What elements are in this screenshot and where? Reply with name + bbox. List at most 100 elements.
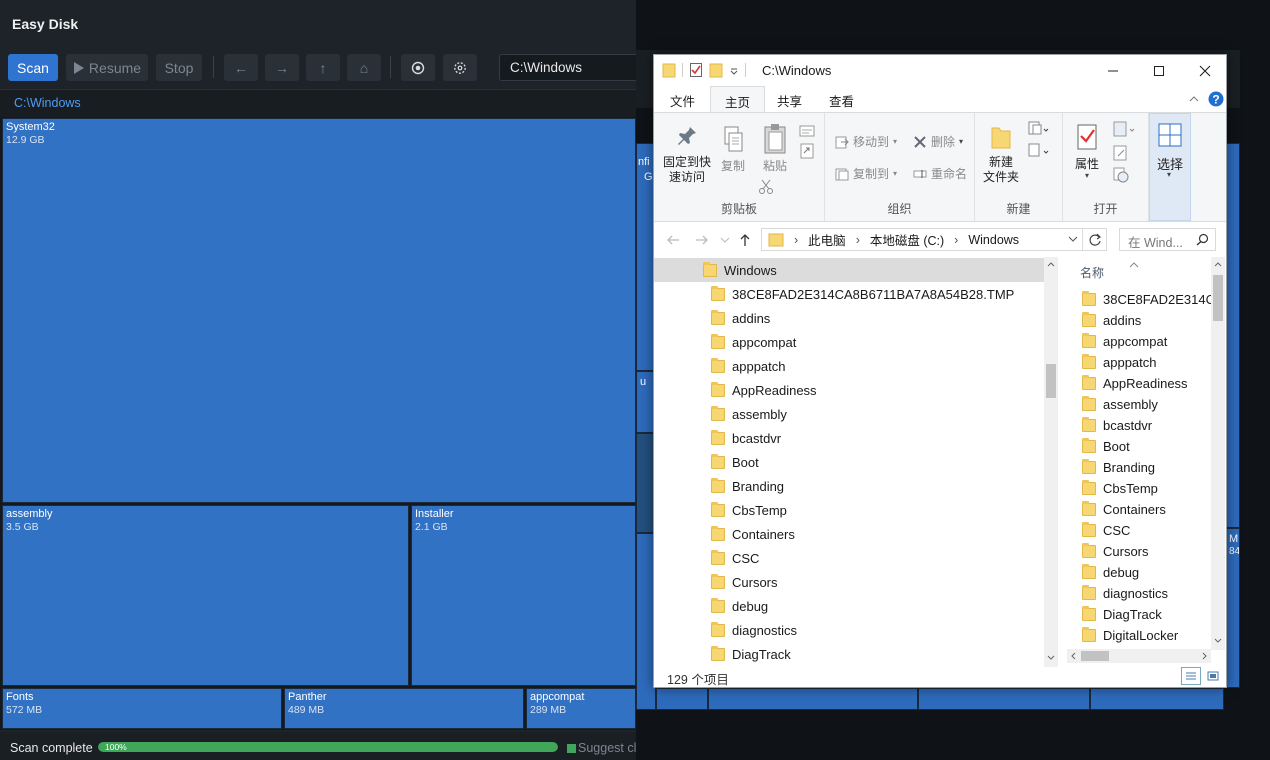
tree-item[interactable]: addins xyxy=(654,306,1044,330)
tree-scrollbar-thumb[interactable] xyxy=(1046,364,1056,398)
list-item[interactable]: 38CE8FAD2E314CA xyxy=(1082,289,1212,310)
tree-item[interactable]: debug xyxy=(654,594,1044,618)
list-item[interactable]: DigitalLocker xyxy=(1082,625,1212,646)
scroll-right-icon[interactable] xyxy=(1202,652,1208,660)
history-icon[interactable] xyxy=(1113,167,1129,183)
forward-arrow-icon[interactable] xyxy=(695,234,709,246)
properties-icon[interactable] xyxy=(689,62,703,78)
tree-item[interactable]: appcompat xyxy=(654,330,1044,354)
tab-home[interactable]: 主页 xyxy=(710,86,766,112)
pin-quick-access-button[interactable]: 固定到快 速访问 xyxy=(659,125,715,185)
suggest-cleanup-link[interactable]: Suggest cl xyxy=(567,741,636,755)
maximize-button[interactable] xyxy=(1136,55,1182,86)
list-item[interactable]: CSC xyxy=(1082,520,1212,541)
tree-item[interactable]: Containers xyxy=(654,522,1044,546)
tree-item[interactable]: AppReadiness xyxy=(654,378,1044,402)
scroll-up-icon[interactable] xyxy=(1214,261,1222,267)
treemap-cell-panther[interactable]: Panther 489 MB xyxy=(284,688,524,729)
treemap-cell-system32[interactable]: System32 12.9 GB xyxy=(2,118,636,503)
list-horizontal-scrollbar[interactable] xyxy=(1067,649,1211,663)
treemap-cell-fonts[interactable]: Fonts 572 MB xyxy=(2,688,282,729)
open-icon[interactable] xyxy=(1113,121,1137,137)
tree-item[interactable]: assembly xyxy=(654,402,1044,426)
tree-item[interactable]: 38CE8FAD2E314CA8B6711BA7A8A54B28.TMP xyxy=(654,282,1044,306)
list-item[interactable]: bcastdvr xyxy=(1082,415,1212,436)
edit-icon[interactable] xyxy=(1113,145,1129,161)
delete-button[interactable]: 删除 ▾ xyxy=(913,133,963,150)
cut-icon[interactable] xyxy=(758,179,774,195)
tab-file[interactable]: 文件 xyxy=(656,86,709,112)
list-item[interactable]: debug xyxy=(1082,562,1212,583)
new-folder-icon[interactable] xyxy=(709,62,723,78)
details-view-button[interactable] xyxy=(1181,667,1201,685)
tree-item[interactable]: Boot xyxy=(654,450,1044,474)
tree-item[interactable]: diagnostics xyxy=(654,618,1044,642)
new-item-icon[interactable] xyxy=(1028,121,1050,137)
list-item[interactable]: DiagTrack xyxy=(1082,604,1212,625)
tree-item[interactable]: bcastdvr xyxy=(654,426,1044,450)
address-segment-windows[interactable]: Windows xyxy=(968,233,1019,247)
tree-item[interactable]: CSC xyxy=(654,546,1044,570)
tree-scrollbar[interactable] xyxy=(1044,257,1058,667)
tree-item[interactable]: CbsTemp xyxy=(654,498,1044,522)
tree-item[interactable]: Branding xyxy=(654,474,1044,498)
breadcrumb-path[interactable]: C:\Windows xyxy=(14,96,81,110)
tree-item[interactable]: Cursors xyxy=(654,570,1044,594)
stop-button[interactable]: Stop xyxy=(156,54,202,81)
tab-view[interactable]: 查看 xyxy=(815,86,868,112)
address-bar[interactable]: › 此电脑 › 本地磁盘 (C:) › Windows xyxy=(761,228,1107,251)
scroll-down-icon[interactable] xyxy=(1047,655,1055,661)
paste-shortcut-icon[interactable] xyxy=(799,143,815,159)
move-to-button[interactable]: 移动到 ▾ xyxy=(835,133,897,150)
tab-share[interactable]: 共享 xyxy=(763,86,816,112)
list-item[interactable]: Boot xyxy=(1082,436,1212,457)
rename-button[interactable]: 重命名 xyxy=(913,165,967,182)
copy-path-icon[interactable] xyxy=(799,125,815,137)
copy-to-button[interactable]: 复制到 ▾ xyxy=(835,165,897,182)
treemap-cell-appcompat[interactable]: appcompat 289 MB xyxy=(526,688,636,729)
address-segment-this-pc[interactable]: 此电脑 xyxy=(808,230,846,249)
up-button[interactable]: ↑ xyxy=(306,54,340,81)
forward-button[interactable]: → xyxy=(265,54,299,81)
list-item[interactable]: Containers xyxy=(1082,499,1212,520)
new-folder-button[interactable]: 新建 文件夹 xyxy=(979,123,1023,185)
list-item[interactable]: apppatch xyxy=(1082,352,1212,373)
collapse-ribbon-icon[interactable] xyxy=(1188,94,1200,104)
path-input[interactable]: C:\Windows xyxy=(499,54,636,81)
list-item[interactable]: addins xyxy=(1082,310,1212,331)
search-icon[interactable] xyxy=(1196,233,1209,246)
scan-button[interactable]: Scan xyxy=(8,54,58,81)
list-scrollbar-thumb[interactable] xyxy=(1213,275,1223,321)
easy-access-icon[interactable] xyxy=(1028,143,1050,159)
scroll-up-icon[interactable] xyxy=(1047,261,1055,267)
back-arrow-icon[interactable] xyxy=(666,234,680,246)
resume-button[interactable]: Resume xyxy=(66,54,148,81)
list-item[interactable]: diagnostics xyxy=(1082,583,1212,604)
list-item[interactable]: appcompat xyxy=(1082,331,1212,352)
scroll-down-icon[interactable] xyxy=(1214,638,1222,644)
paste-button[interactable]: 粘贴 xyxy=(758,123,792,174)
select-group[interactable]: 选择 ▾ xyxy=(1149,113,1191,221)
home-button[interactable]: ⌂ xyxy=(347,54,381,81)
list-item[interactable]: Branding xyxy=(1082,457,1212,478)
help-icon[interactable]: ? xyxy=(1208,91,1224,107)
qat-dropdown-icon[interactable] xyxy=(729,62,739,78)
treemap-cell-assembly[interactable]: assembly 3.5 GB xyxy=(2,505,409,686)
recent-dropdown-icon[interactable] xyxy=(720,236,730,244)
tree-item[interactable]: apppatch xyxy=(654,354,1044,378)
scroll-left-icon[interactable] xyxy=(1070,652,1076,660)
address-segment-local-disk[interactable]: 本地磁盘 (C:) xyxy=(870,230,944,249)
list-item[interactable]: CbsTemp xyxy=(1082,478,1212,499)
address-dropdown-icon[interactable] xyxy=(1068,235,1078,243)
column-header-name[interactable]: 名称 xyxy=(1080,264,1104,281)
settings-button[interactable] xyxy=(443,54,477,81)
minimize-button[interactable] xyxy=(1090,55,1136,86)
treemap-cell-installer[interactable]: Installer 2.1 GB xyxy=(411,505,636,686)
list-item[interactable]: AppReadiness xyxy=(1082,373,1212,394)
close-button[interactable] xyxy=(1182,55,1226,86)
list-scrollbar[interactable] xyxy=(1211,257,1225,650)
back-button[interactable]: ← xyxy=(224,54,258,81)
large-icons-view-button[interactable] xyxy=(1203,667,1223,685)
list-hscrollbar-thumb[interactable] xyxy=(1081,651,1109,661)
refresh-icon[interactable] xyxy=(1088,233,1102,247)
